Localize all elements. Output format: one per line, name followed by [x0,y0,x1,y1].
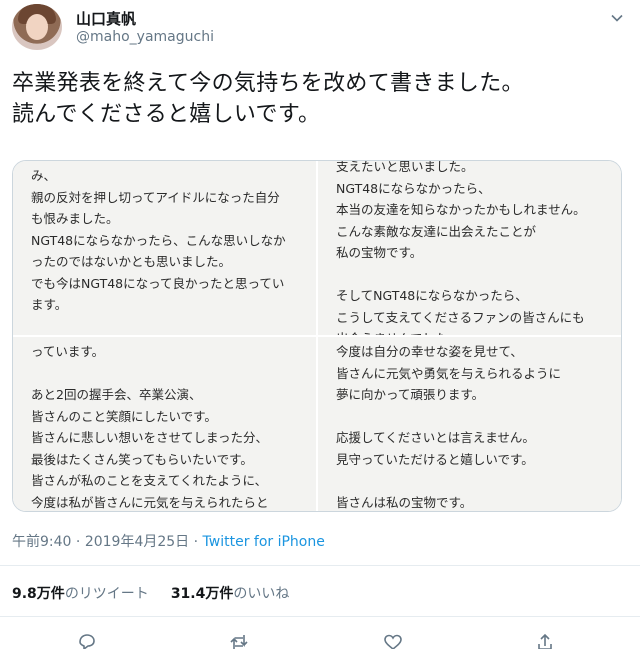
chevron-down-icon[interactable] [610,10,624,24]
image-text-line [31,316,308,336]
image-text-line: そしてNGT48にならなかったら、 [336,288,528,303]
image-panel-bottom-right[interactable]: 今度は自分の幸せな姿を見せて、皆さんに元気や勇気を与えられるように 夢に向かって頑… [318,337,621,511]
tweet-text-line: 読んでくださると嬉しいです。 [12,102,321,127]
image-text-line: 最後はたくさん笑ってもらいたいです。 [31,451,253,467]
image-text-line [336,470,613,492]
image-text-line: 出会えませんでした。 [336,328,613,335]
image-text-line: 今度は自分の幸せな姿を見せて、 [336,344,523,359]
image-text-line: 見守っていただけると嬉しいです。 [336,451,534,467]
image-text-line: 親の反対を押し切ってアイドルになった自分 [31,189,280,205]
image-text-line: 皆さんが私のことを支えてくれたように、 [31,473,268,488]
image-text-line: も恨みました。 [31,211,119,226]
retweet-label: のリツイート [64,586,149,602]
like-stat[interactable]: 31.4万件のいいね [171,586,290,602]
tweet-text: 卒業発表を終えて今の気持ちを改めて書きました。 読んでくださると嬉しいです。 [12,68,622,130]
image-text-line [336,264,613,286]
image-text-line: ったのではないかとも思いました。 [31,254,232,269]
tweet-text-line: 卒業発表を終えて今の気持ちを改めて書きました。 [12,71,524,96]
reply-icon[interactable] [76,632,98,649]
tweet-time[interactable]: 午前9:40 [12,534,71,550]
tweet-source-link[interactable]: Twitter for iPhone [203,534,325,550]
divider [0,616,640,617]
avatar[interactable] [12,4,62,50]
like-label: のいいね [233,586,290,602]
heart-icon[interactable] [382,632,404,649]
image-text-line: 皆さんに悲しい想いをさせてしまった分、 [31,430,269,445]
image-text-line: 皆さんに元気や勇気を与えられるように [336,365,562,381]
retweet-count: 9.8万件 [12,586,65,602]
image-text-line: こんな素敵な友達に出会えたことが [336,223,537,239]
user-handle[interactable]: @maho_yamaguchi [76,29,214,45]
image-text-line: NGT48にならなかったら、こんな思いしなか [31,232,286,248]
image-text-line: こうして支えてくださるファンの皆さんにも [336,309,585,325]
divider [0,565,640,566]
image-text-line: NGT48にならなかったら、 [336,180,491,196]
image-text-line: でも今はNGT48になって良かったと思ってい [31,275,285,291]
image-text-line: あと2回の握手会、卒業公演、 [31,387,202,402]
image-text-line: 私の宝物です。 [336,245,423,260]
tweet-stats: 9.8万件のリツイート 31.4万件のいいね [12,583,289,603]
avatar-face [26,14,48,40]
image-text-line [336,406,613,428]
share-icon[interactable] [534,632,556,649]
meta-separator: · [189,534,203,550]
image-text-line: ます。 [31,297,68,312]
image-text-line: 皆さんのこと笑顔にしたいです。 [31,408,217,424]
image-panel-top-left[interactable]: み、親の反対を押し切ってアイドルになった自分 も恨みました。 NGT48にならなかっ… [13,161,316,335]
tweet-meta: 午前9:40 · 2019年4月25日 · Twitter for iPhone [12,531,325,551]
retweet-stat[interactable]: 9.8万件のリツイート [12,586,149,602]
retweet-icon[interactable] [228,632,250,649]
tweet-media-grid: み、親の反対を押し切ってアイドルになった自分 も恨みました。 NGT48にならなかっ… [12,160,622,512]
image-text-line: 本当の友達を知らなかったかもしれません。 [336,202,586,217]
image-text-line: 今度は私が皆さんに元気を与えられたらと [31,494,269,510]
image-text-line: 支えたいと思いました。 [336,161,474,174]
meta-separator: · [71,534,85,550]
tweet-date[interactable]: 2019年4月25日 [85,534,189,550]
like-count: 31.4万件 [170,586,234,602]
image-panel-bottom-left[interactable]: っています。あと2回の握手会、卒業公演、 皆さんのこと笑顔にしたいです。皆さんに悲… [13,337,316,511]
image-text-line: 夢に向かって頑張ります。 [336,387,485,402]
image-text-line: 皆さんは私の宝物です。 [336,494,473,510]
image-panel-top-right[interactable]: 支えたいと思いました。 NGT48にならなかったら、本当の友達を知らなかったかもし… [318,161,621,335]
image-text-line: 応援してくださいとは言えません。 [336,430,535,445]
image-text-line: っています。 [31,344,105,359]
tweet-actions [0,632,640,649]
image-text-line [31,363,308,385]
display-name[interactable]: 山口真帆 [76,8,136,29]
image-text-line: み、 [31,168,57,183]
